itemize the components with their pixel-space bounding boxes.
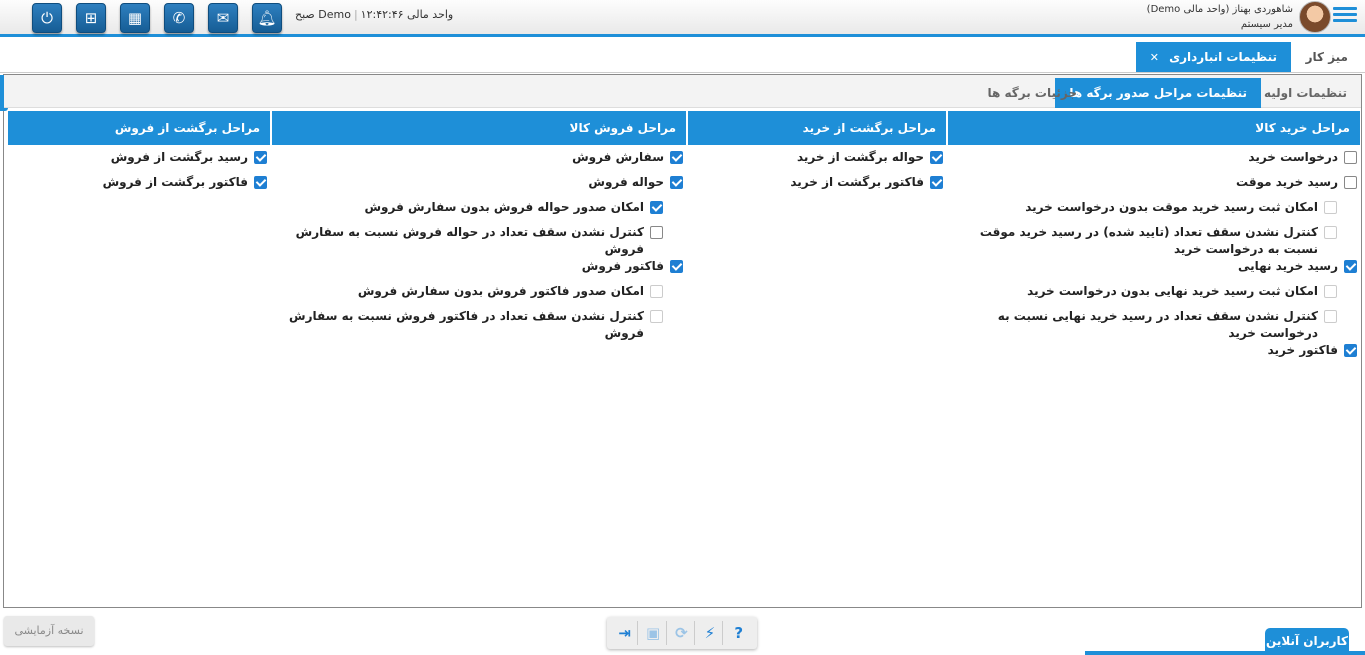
checkbox-row[interactable]: امکان ثبت رسید خرید نهایی بدون درخواست خ… <box>948 283 1360 308</box>
checkbox-label: کنترل نشدن سقف تعداد در فاکتور فروش نسبت… <box>289 309 644 340</box>
checkbox-row[interactable]: سفارش فروش <box>272 149 686 174</box>
top-bar: شاهوردی بهناز (واحد مالی Demo) مدیر سیست… <box>0 0 1365 37</box>
checkbox-row[interactable]: کنترل نشدن سقف تعداد در رسید خرید نهایی … <box>948 308 1360 342</box>
checkbox-label: فاکتور برگشت از فروش <box>102 175 248 189</box>
tab-label: تنظیمات انبارداری <box>1169 50 1277 64</box>
checkbox-label: کنترل نشدن سقف تعداد در رسید خرید نهایی … <box>997 309 1318 340</box>
checkbox-label: رسید خرید موقت <box>1236 175 1338 189</box>
checkbox[interactable] <box>1344 176 1357 189</box>
calculator-icon[interactable]: ▦ <box>120 3 150 33</box>
checkbox[interactable] <box>1344 151 1357 164</box>
checkbox-row[interactable]: امکان صدور حواله فروش بدون سفارش فروش <box>272 199 686 224</box>
checkbox <box>1324 226 1337 239</box>
checkbox[interactable] <box>670 176 683 189</box>
org-chart-icon[interactable]: ⊞ <box>76 3 106 33</box>
checkbox[interactable] <box>254 151 267 164</box>
checkbox-row[interactable]: فاکتور برگشت از خرید <box>688 174 946 199</box>
checkbox-label: فاکتور خرید <box>1267 343 1338 357</box>
checkbox-row[interactable]: فاکتور فروش <box>272 258 686 283</box>
help-icon[interactable]: ? <box>726 621 752 645</box>
user-info: شاهوردی بهناز (واحد مالی Demo) مدیر سیست… <box>1147 2 1293 32</box>
column-sales-return: مراحل برگشت از فروش رسید برگشت از فروش فا… <box>8 111 270 199</box>
column-title: مراحل فروش کالا <box>272 111 686 145</box>
checkbox[interactable] <box>650 201 663 214</box>
bottom-toolbar: ⇥ ▣ ⟳ ⚡ ? <box>607 617 757 649</box>
checkbox-row[interactable]: کنترل نشدن سقف تعداد در حواله فروش نسبت … <box>272 224 686 258</box>
checkbox[interactable] <box>1344 260 1357 273</box>
unit-and-clock: واحد مالی Demo|۱۲:۴۲:۴۶ صبح <box>295 8 454 21</box>
checkbox[interactable] <box>254 176 267 189</box>
checkbox-row[interactable]: کنترل نشدن سقف تعداد در فاکتور فروش نسبت… <box>272 308 686 342</box>
tab-sheet-details[interactable]: جزئیات برگه ها <box>974 78 1092 108</box>
checkbox-row[interactable]: حواله فروش <box>272 174 686 199</box>
demo-version-badge[interactable]: نسخه آزمایشی <box>4 616 94 646</box>
column-sales: مراحل فروش کالا سفارش فروش حواله فروش امکا… <box>272 111 686 342</box>
checkbox <box>650 285 663 298</box>
user-name: شاهوردی بهناز (واحد مالی Demo) <box>1146 4 1293 15</box>
checkbox-row[interactable]: رسید خرید نهایی <box>948 258 1360 283</box>
column-title: مراحل برگشت از خرید <box>688 111 946 145</box>
column-purchase-return: مراحل برگشت از خرید حواله برگشت از خرید ف… <box>688 111 946 199</box>
save-icon[interactable]: ▣ <box>641 621 667 645</box>
checkbox-label: امکان ثبت رسید خرید نهایی بدون درخواست خ… <box>1027 284 1318 298</box>
checkbox <box>1324 310 1337 323</box>
column-title: مراحل خرید کالا <box>948 111 1360 145</box>
power-icon[interactable]: ⏻ <box>32 3 62 33</box>
checkbox-row[interactable]: امکان ثبت رسید خرید موقت بدون درخواست خر… <box>948 199 1360 224</box>
checkbox-row[interactable]: فاکتور برگشت از فروش <box>8 174 270 199</box>
main-tabs: میز کار تنظیمات انبارداری ✕ <box>0 40 1365 73</box>
checkbox-row[interactable]: رسید خرید موقت <box>948 174 1360 199</box>
checkbox-row[interactable]: فاکتور خرید <box>948 342 1360 367</box>
checkbox-label: کنترل نشدن سقف تعداد در حواله فروش نسبت … <box>295 225 644 256</box>
close-icon[interactable]: ✕ <box>1150 51 1159 64</box>
checkbox[interactable] <box>930 176 943 189</box>
tab-desk[interactable]: میز کار <box>1292 42 1362 72</box>
checkbox <box>650 310 663 323</box>
checkbox-row[interactable]: درخواست خرید <box>948 149 1360 174</box>
column-title: مراحل برگشت از فروش <box>8 111 270 145</box>
checkbox-label: کنترل نشدن سقف تعداد (تایید شده) در رسید… <box>979 225 1318 256</box>
checkbox[interactable] <box>650 226 663 239</box>
bell-icon[interactable]: 🔔︎ <box>252 3 282 33</box>
lightning-icon[interactable]: ⚡ <box>697 621 724 645</box>
checkbox[interactable] <box>930 151 943 164</box>
checkbox[interactable] <box>670 151 683 164</box>
user-role: مدیر سیستم <box>1240 19 1293 30</box>
exit-icon[interactable]: ⇥ <box>612 621 639 645</box>
column-purchase: مراحل خرید کالا درخواست خرید رسید خرید مو… <box>948 111 1360 367</box>
avatar[interactable] <box>1299 1 1331 33</box>
checkbox-row[interactable]: حواله برگشت از خرید <box>688 149 946 174</box>
checkbox-label: درخواست خرید <box>1248 150 1338 164</box>
checkbox-label: حواله فروش <box>588 175 664 189</box>
phone-icon[interactable]: ✆ <box>164 3 194 33</box>
checkbox-label: امکان صدور حواله فروش بدون سفارش فروش <box>364 200 644 214</box>
checkbox-label: حواله برگشت از خرید <box>796 150 924 164</box>
checkbox-label: امکان صدور فاکتور فروش بدون سفارش فروش <box>357 284 644 298</box>
checkbox-label: رسید برگشت از فروش <box>110 150 248 164</box>
checkbox <box>1324 201 1337 214</box>
checkbox <box>1324 285 1337 298</box>
checkbox[interactable] <box>1344 344 1357 357</box>
checkbox-row[interactable]: کنترل نشدن سقف تعداد (تایید شده) در رسید… <box>948 224 1360 258</box>
top-icons: ⏻ ⊞ ▦ ✆ ✉ 🔔︎ <box>32 3 282 33</box>
online-users-bar <box>1085 651 1365 655</box>
checkbox-row[interactable]: امکان صدور فاکتور فروش بدون سفارش فروش <box>272 283 686 308</box>
tab-warehouse-settings[interactable]: تنظیمات انبارداری ✕ <box>1135 42 1291 72</box>
refresh-icon[interactable]: ⟳ <box>669 621 695 645</box>
checkbox-label: فاکتور فروش <box>581 259 664 273</box>
hamburger-menu-icon[interactable] <box>1333 7 1357 27</box>
checkbox[interactable] <box>670 260 683 273</box>
checkbox-label: فاکتور برگشت از خرید <box>790 175 924 189</box>
sub-tabs: تنظیمات اولیه تنظیمات مراحل صدور برگه ها… <box>4 75 1361 108</box>
checkbox-label: امکان ثبت رسید خرید موقت بدون درخواست خر… <box>1025 200 1318 214</box>
checkbox-row[interactable]: رسید برگشت از فروش <box>8 149 270 174</box>
tab-initial-settings[interactable]: تنظیمات اولیه <box>1250 78 1361 108</box>
checkbox-label: رسید خرید نهایی <box>1237 259 1338 273</box>
mail-icon[interactable]: ✉ <box>208 3 238 33</box>
checkbox-label: سفارش فروش <box>572 150 664 164</box>
settings-panel: تنظیمات اولیه تنظیمات مراحل صدور برگه ها… <box>0 74 1362 608</box>
